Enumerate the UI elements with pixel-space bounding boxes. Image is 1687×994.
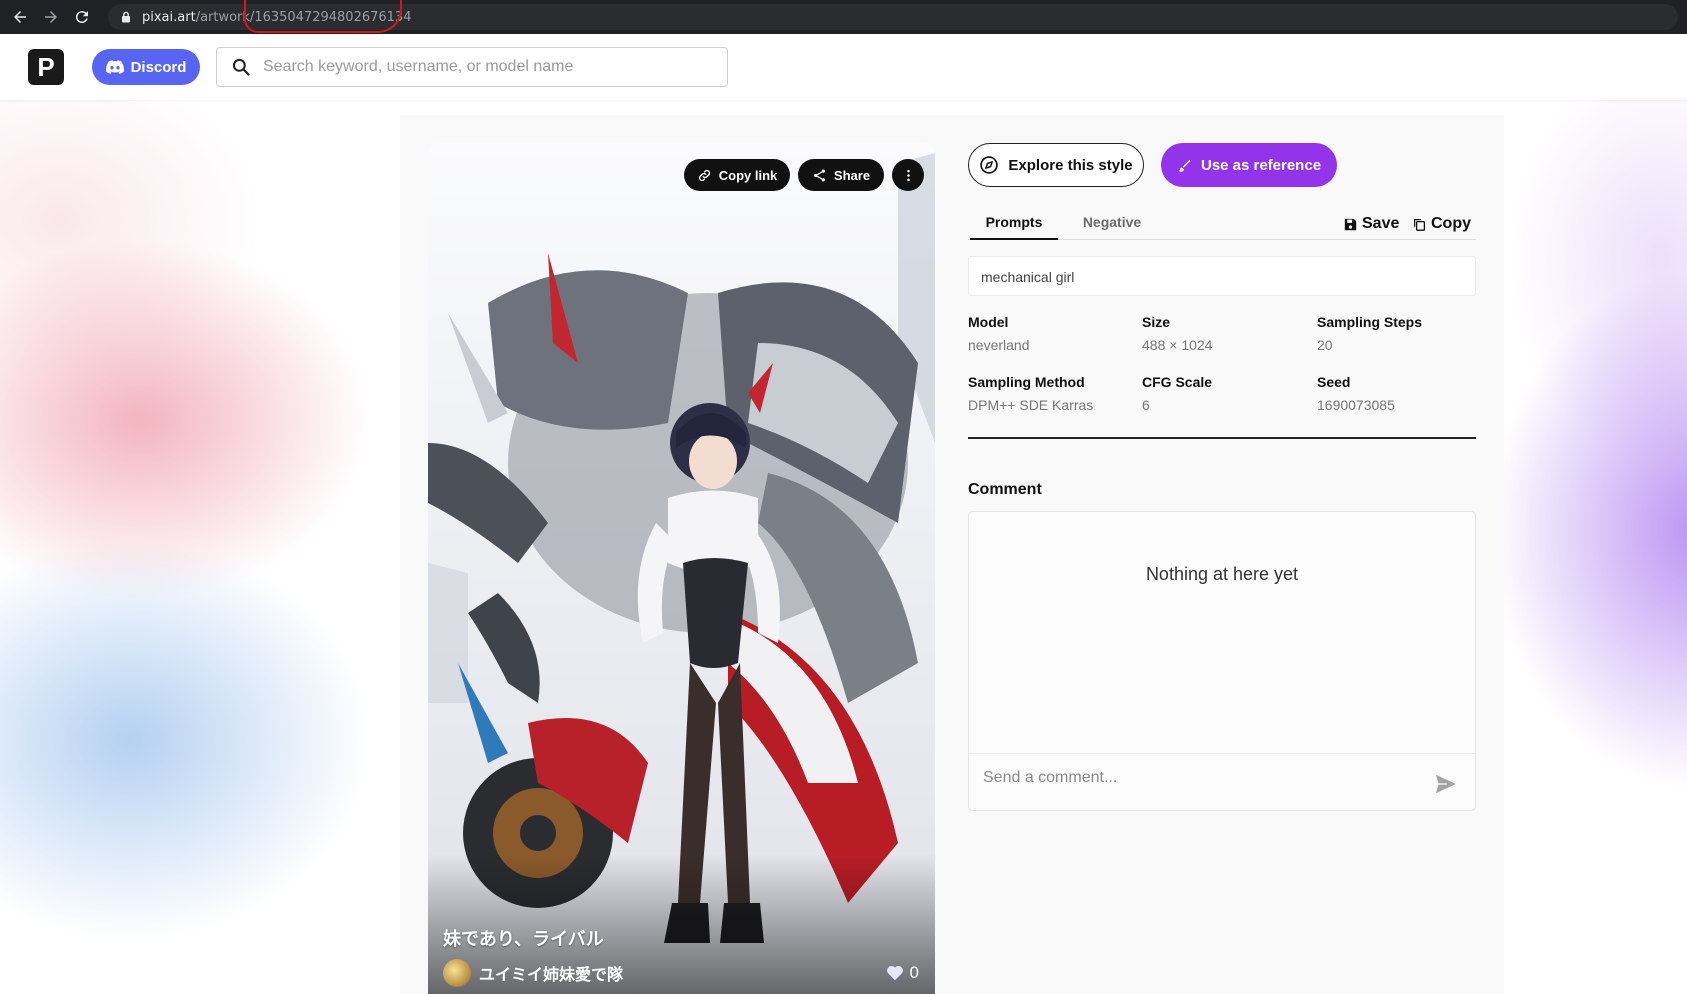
meta-label: Model: [968, 314, 1009, 330]
explore-style-label: Explore this style: [1008, 156, 1133, 174]
comment-input[interactable]: [983, 764, 1403, 792]
tab-prompts[interactable]: Prompts: [970, 212, 1058, 240]
comment-input-row: [969, 753, 1475, 810]
reload-button[interactable]: [71, 6, 93, 28]
brush-icon: [1178, 159, 1191, 172]
copy-label: Copy: [1431, 215, 1471, 232]
more-vertical-icon: [906, 169, 910, 181]
meta-value: 6: [1142, 397, 1150, 413]
background-gradient-left: [0, 100, 420, 994]
discord-label: Discord: [130, 58, 187, 76]
comment-heading: Comment: [968, 481, 1042, 498]
url-host: pixai.art: [142, 9, 196, 25]
meta-label: Size: [1142, 314, 1171, 330]
more-options-button[interactable]: [892, 159, 924, 191]
site-header: P Discord: [0, 34, 1687, 100]
copy-icon: [1413, 218, 1426, 231]
artwork-title: 妹であり、ライバル: [443, 929, 604, 950]
meta-value: DPM++ SDE Karras: [968, 397, 1094, 413]
discord-icon: [105, 60, 124, 74]
forward-button[interactable]: [40, 6, 62, 28]
author-row[interactable]: ユイミイ姉妹愛で隊: [443, 959, 623, 987]
reload-icon: [75, 11, 88, 24]
share-button[interactable]: Share: [798, 159, 884, 191]
prompt-tabs: Prompts Negative Save Copy: [968, 212, 1476, 240]
share-icon: [814, 169, 825, 181]
like-button[interactable]: 0: [886, 963, 919, 983]
empty-comments-text: Nothing at here yet: [1145, 564, 1299, 584]
browser-toolbar: pixai.art/artwork/1635047294802676134: [0, 0, 1687, 34]
meta-label: Seed: [1317, 374, 1351, 390]
address-bar[interactable]: pixai.art/artwork/1635047294802676134: [108, 0, 1678, 33]
meta-label: CFG Scale: [1142, 374, 1213, 390]
link-icon: [698, 169, 710, 181]
discord-button[interactable]: Discord: [92, 49, 200, 85]
meta-sampling-method: Sampling Method DPM++ SDE Karras: [968, 374, 1138, 413]
share-label: Share: [833, 167, 871, 183]
meta-value: 488 × 1024: [1142, 337, 1213, 353]
section-divider: [968, 437, 1476, 439]
comment-panel: Nothing at here yet: [968, 511, 1476, 811]
red-annotation-mark: [244, 0, 402, 33]
floppy-disk-icon: [1344, 218, 1357, 230]
meta-value: neverland: [968, 337, 1030, 353]
meta-seed: Seed 1690073085: [1317, 374, 1487, 413]
copy-link-label: Copy link: [718, 167, 778, 183]
meta-size: Size 488 × 1024: [1142, 314, 1312, 353]
author-name[interactable]: ユイミイ姉妹愛で隊: [479, 961, 623, 985]
copy-button[interactable]: Copy: [1413, 215, 1471, 233]
meta-cfg-scale: CFG Scale 6: [1142, 374, 1312, 413]
forward-arrow-icon: [45, 11, 57, 23]
meta-label: Sampling Steps: [1317, 314, 1423, 330]
meta-sampling-steps: Sampling Steps 20: [1317, 314, 1487, 353]
avatar[interactable]: [443, 959, 471, 987]
copy-link-button[interactable]: Copy link: [684, 159, 790, 191]
compass-icon: [980, 156, 999, 174]
use-as-reference-label: Use as reference: [1200, 156, 1322, 174]
prompt-text: mechanical girl: [968, 256, 1476, 296]
lock-icon: [122, 11, 130, 23]
meta-label: Sampling Method: [968, 374, 1085, 390]
save-button[interactable]: Save: [1344, 215, 1399, 233]
tab-negative[interactable]: Negative: [1072, 212, 1152, 240]
meta-model: Model neverland: [968, 314, 1138, 353]
back-button[interactable]: [9, 6, 31, 28]
search-icon: [232, 58, 250, 76]
search-input[interactable]: [263, 58, 703, 76]
like-count: 0: [909, 963, 919, 982]
explore-style-button[interactable]: Explore this style: [968, 143, 1144, 187]
artwork-image[interactable]: Copy link Share 妹であり、ライバル ユイミイ姉妹愛で隊 0: [428, 143, 935, 994]
meta-value: 1690073085: [1317, 397, 1395, 413]
site-logo[interactable]: P: [28, 49, 64, 85]
heart-icon: [886, 966, 903, 981]
save-label: Save: [1362, 215, 1400, 232]
search-box[interactable]: [216, 47, 728, 87]
send-icon[interactable]: [1435, 774, 1457, 794]
meta-value: 20: [1317, 337, 1333, 353]
use-as-reference-button[interactable]: Use as reference: [1161, 143, 1337, 187]
back-arrow-icon: [14, 11, 26, 23]
